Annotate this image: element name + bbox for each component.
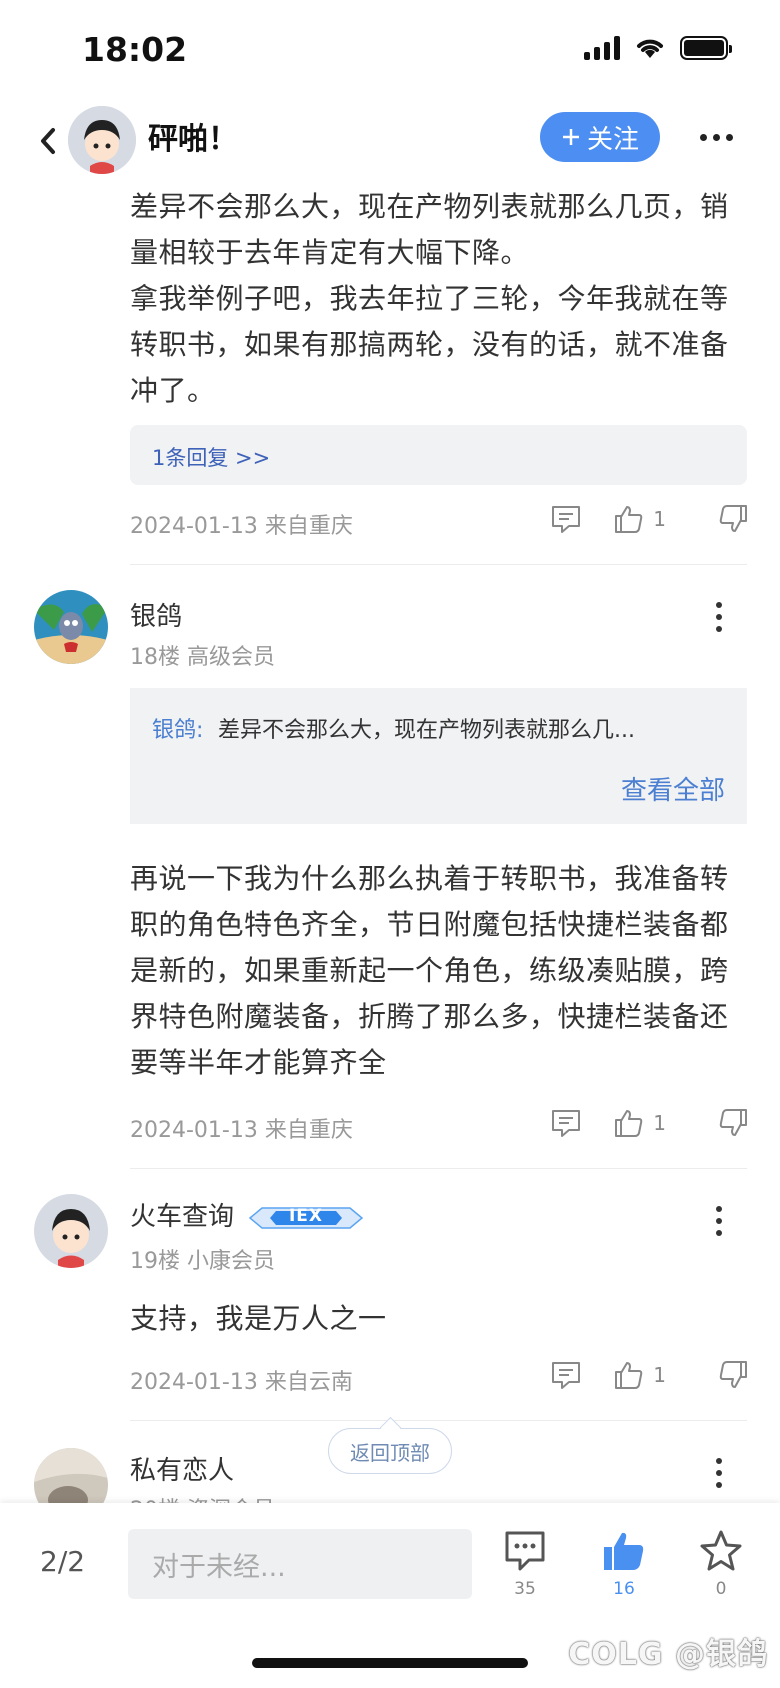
comments-button[interactable]: 35 (495, 1529, 555, 1599)
signal-icon (584, 36, 620, 60)
plus-icon (562, 129, 579, 145)
user-avatar[interactable] (34, 590, 108, 664)
post1-meta: 2024-01-13 来自重庆 1 (130, 502, 750, 542)
divider (130, 1168, 747, 1169)
favorite-button[interactable]: 0 (691, 1529, 751, 1599)
like-count: 1 (653, 507, 666, 531)
like-button[interactable]: 1 (613, 1359, 666, 1391)
badge-text: IEX (288, 1206, 324, 1226)
post3-meta: 2024-01-13 来自云南 1 (130, 1358, 750, 1398)
comment-icon[interactable] (549, 1358, 583, 1392)
user-name[interactable]: 银鸽 (130, 596, 182, 633)
status-icons (584, 36, 732, 60)
reply-input[interactable]: 对于未经... (128, 1529, 472, 1599)
quoted-reply[interactable]: 银鸽: 差异不会那么大，现在产物列表就那么几... 查看全部 (130, 688, 747, 824)
post-line: 量相较于去年肯定有大幅下降。 (130, 236, 530, 269)
post-line: 拿我举例子吧，我去年拉了三轮，今年我就在等 (130, 282, 729, 315)
post1-content: 差异不会那么大，现在产物列表就那么几页，销 量相较于去年肯定有大幅下降。 拿我举… (130, 184, 750, 414)
user-floor-level: 18楼 高级会员 (130, 645, 275, 670)
post-line: 冲了。 (130, 374, 216, 407)
view-all-link[interactable]: 查看全部 (621, 770, 725, 807)
cartoon-avatar-icon (68, 106, 136, 174)
post-line: 差异不会那么大，现在产物列表就那么几页，销 (130, 190, 729, 223)
post-line: 要等半年才能算齐全 (130, 1046, 387, 1079)
comment-icon[interactable] (549, 1106, 583, 1140)
back-to-top-button[interactable]: 返回顶部 (328, 1428, 452, 1474)
like-button[interactable]: 1 (613, 503, 666, 535)
like-count: 1 (653, 1111, 666, 1135)
follow-label: 关注 (586, 124, 639, 155)
divider (130, 1420, 747, 1421)
post-menu-icon[interactable] (716, 1458, 722, 1488)
thread-like-count: 16 (613, 1579, 635, 1599)
back-arrow-icon[interactable] (34, 124, 64, 158)
page-indicator[interactable]: 2/2 (40, 1545, 85, 1578)
author-avatar[interactable] (68, 106, 136, 174)
post2-content: 再说一下我为什么那么执着于转职书，我准备转 职的角色特色齐全，节日附魔包括快捷栏… (130, 856, 750, 1086)
more-options-icon[interactable] (700, 134, 733, 141)
comment-bubble-icon (505, 1531, 545, 1571)
post-line: 界特色附魔装备，折腾了那么多，快捷栏装备还 (130, 1000, 729, 1033)
bottom-toolbar: 2/2 对于未经... 35 16 0 COLG @银鸽 (0, 1503, 780, 1688)
like-button[interactable]: 1 (613, 1107, 666, 1139)
home-indicator[interactable] (252, 1658, 528, 1668)
cartoon-avatar-icon (34, 590, 108, 664)
cartoon-avatar-icon (34, 1194, 108, 1268)
status-time: 18:02 (82, 30, 188, 69)
thumbs-down-icon[interactable] (716, 1358, 750, 1392)
star-icon (700, 1530, 742, 1571)
post-line: 职的角色特色齐全，节日附魔包括快捷栏装备都 (130, 908, 729, 941)
user-avatar[interactable] (34, 1194, 108, 1268)
post-menu-icon[interactable] (716, 1206, 722, 1236)
post-date-location: 2024-01-13 来自云南 (130, 1370, 353, 1395)
quote-author: 银鸽: (152, 718, 204, 743)
follow-button[interactable]: 关注 (540, 112, 660, 162)
author-name[interactable]: 砰啪！ (148, 114, 238, 158)
like-thread-button[interactable]: 16 (594, 1529, 654, 1599)
user-name[interactable]: 私有恋人 (130, 1450, 234, 1487)
thumbs-up-filled-icon (604, 1532, 644, 1570)
post-line: 支持，我是万人之一 (130, 1302, 387, 1335)
post-line: 转职书，如果有那搞两轮，没有的话，就不准备 (130, 328, 729, 361)
post-date-location: 2024-01-13 来自重庆 (130, 514, 353, 539)
user-name[interactable]: 火车查询 (130, 1196, 234, 1233)
comment-icon[interactable] (549, 502, 583, 536)
post3-content: 支持，我是万人之一 (130, 1296, 750, 1342)
thumbs-up-icon (615, 506, 643, 533)
thread-header: 砰啪！ 关注 (0, 100, 780, 180)
thumbs-down-icon[interactable] (716, 1106, 750, 1140)
post-menu-icon[interactable] (716, 602, 722, 632)
quote-text: 差异不会那么大，现在产物列表就那么几... (218, 718, 635, 743)
post2-meta: 2024-01-13 来自重庆 1 (130, 1106, 750, 1146)
member-badge: IEX (248, 1203, 364, 1233)
view-replies-link[interactable]: 1条回复 >> (152, 442, 270, 472)
user-floor-level: 19楼 小康会员 (130, 1249, 275, 1274)
post1-replies-box[interactable]: 1条回复 >> (130, 425, 747, 485)
watermark: COLG @银鸽 (568, 1637, 768, 1672)
thumbs-up-icon (615, 1362, 643, 1389)
divider (130, 564, 747, 565)
post-line: 是新的，如果重新起一个角色，练级凑贴膜，跨 (130, 954, 729, 987)
battery-icon (680, 36, 732, 60)
thumbs-down-icon[interactable] (716, 502, 750, 536)
post-line: 再说一下我为什么那么执着于转职书，我准备转 (130, 862, 729, 895)
favorite-count: 0 (715, 1579, 727, 1599)
like-count: 1 (653, 1363, 666, 1387)
thumbs-up-icon (615, 1110, 643, 1137)
comment-count: 35 (514, 1579, 536, 1599)
post-date-location: 2024-01-13 来自重庆 (130, 1118, 353, 1143)
wifi-icon (637, 39, 663, 58)
